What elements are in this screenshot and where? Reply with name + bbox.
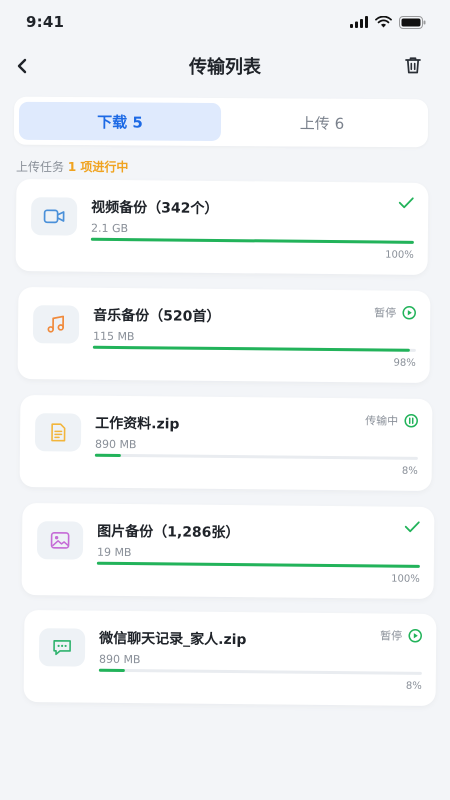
delete-button[interactable] [400, 52, 426, 78]
header: 传输列表 [0, 44, 450, 88]
progress-bar [90, 237, 414, 244]
video-icon [30, 197, 78, 236]
chevron-left-icon [17, 58, 27, 74]
transfer-title: 视频备份（342个） [91, 199, 219, 217]
status-text: 暂停 [380, 629, 403, 643]
section-label: 上传任务 1 项进行中 [16, 158, 128, 175]
progress-fill [94, 453, 121, 457]
chat-icon [38, 628, 86, 667]
progress-fill [90, 237, 414, 244]
status-text: 暂停 [374, 306, 397, 320]
transfer-status[interactable]: 暂停 [374, 304, 416, 320]
play-icon[interactable] [408, 629, 422, 643]
check-icon [404, 521, 420, 533]
transfer-percent: 8% [405, 680, 422, 692]
progress-fill [92, 345, 410, 352]
transfer-size: 115 MB [92, 329, 135, 344]
transfer-status[interactable]: 传输中 [365, 412, 418, 429]
play-icon[interactable] [402, 306, 416, 320]
image-icon [36, 521, 84, 560]
tab-upload[interactable]: 上传 6 [221, 103, 423, 142]
status-bar: 9:41 [0, 0, 450, 44]
trash-icon [405, 57, 421, 74]
transfer-item[interactable]: 音乐备份（520首） 115 MB 暂停 98% [17, 287, 431, 383]
progress-bar [92, 345, 416, 352]
signal-icon [350, 16, 368, 28]
check-icon [398, 197, 414, 209]
transfer-item[interactable]: 视频备份（342个） 2.1 GB 100% [15, 179, 429, 275]
page-title: 传输列表 [189, 57, 261, 78]
transfer-status [404, 521, 420, 533]
transfer-percent: 98% [393, 357, 416, 369]
transfer-percent: 100% [391, 573, 420, 585]
transfer-status[interactable]: 暂停 [380, 627, 422, 643]
transfer-title: 音乐备份（520首） [93, 307, 221, 325]
transfer-percent: 8% [401, 465, 418, 477]
back-button[interactable] [10, 54, 34, 78]
wifi-icon [375, 16, 392, 28]
transfer-item[interactable]: 工作资料.zip 890 MB 传输中 8% [19, 395, 433, 491]
progress-fill [96, 561, 420, 568]
progress-bar [98, 668, 422, 675]
status-text: 传输中 [365, 414, 399, 428]
transfer-item[interactable]: 图片备份（1,286张） 19 MB 100% [21, 503, 435, 599]
status-time: 9:41 [26, 13, 65, 31]
transfer-status [398, 197, 414, 209]
battery-icon [399, 15, 426, 29]
status-icons [350, 15, 426, 29]
transfer-title: 微信聊天记录_家人.zip [99, 630, 247, 649]
section-label-text: 上传任务 [16, 160, 65, 174]
music-icon [32, 305, 80, 344]
tab-download[interactable]: 下载 5 [18, 101, 222, 141]
progress-fill [98, 668, 125, 672]
transfer-size: 890 MB [98, 652, 141, 667]
transfer-tabs: 下载 5 上传 6 [13, 96, 429, 148]
transfer-title: 工作资料.zip [95, 415, 180, 433]
document-icon [34, 413, 82, 452]
transfer-size: 19 MB [96, 545, 132, 560]
transfer-percent: 100% [385, 249, 414, 261]
transfer-title: 图片备份（1,286张） [97, 523, 240, 542]
pause-icon[interactable] [404, 414, 418, 428]
in-progress-count: 1 项进行中 [67, 160, 129, 174]
progress-bar [96, 561, 420, 568]
transfer-size: 2.1 GB [90, 221, 129, 236]
progress-bar [94, 453, 418, 460]
transfer-size: 890 MB [94, 437, 137, 452]
transfer-item[interactable]: 微信聊天记录_家人.zip 890 MB 暂停 8% [23, 610, 437, 706]
